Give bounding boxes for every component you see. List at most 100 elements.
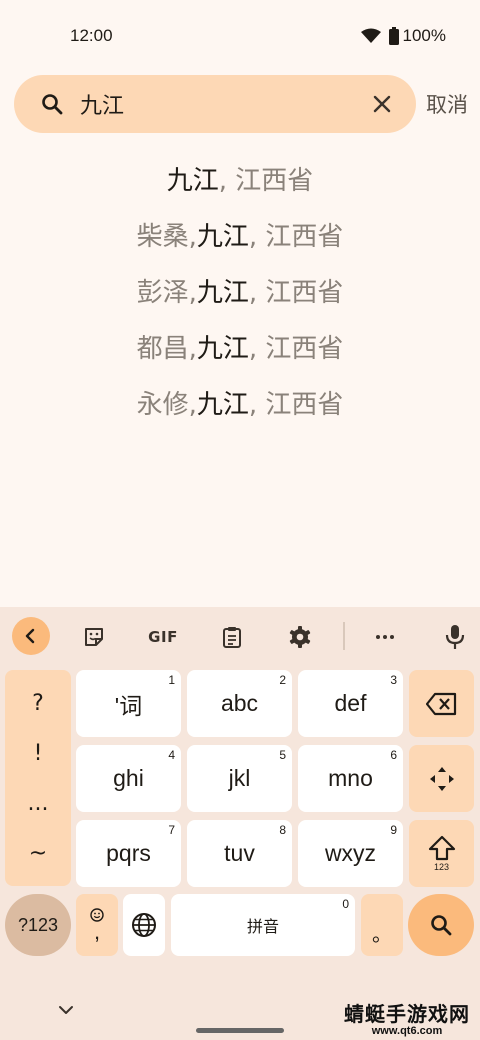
clear-icon[interactable] [370, 92, 394, 116]
search-input[interactable] [80, 91, 340, 117]
shift-sub-label: 123 [433, 862, 450, 872]
punct-tilde[interactable]: ~ [29, 841, 47, 866]
result-prefix: 柴桑, [136, 221, 197, 252]
key-number: 3 [390, 673, 397, 687]
result-prefix: 都昌, [136, 333, 197, 364]
clipboard-icon [223, 627, 241, 648]
status-bar: 12:00 100% [0, 0, 480, 72]
key-label: ghi [113, 765, 144, 791]
result-main: 九江 [196, 333, 249, 364]
shift-key[interactable]: 123 [409, 820, 474, 887]
shift-arrow-icon [428, 835, 455, 861]
battery-percent: 100% [402, 26, 446, 45]
key-number: 9 [390, 823, 397, 837]
symbols-mode-key[interactable]: ?123 [5, 894, 71, 956]
key-9[interactable]: wxyz 9 [298, 820, 403, 887]
collapse-toolbar-button[interactable] [12, 617, 50, 655]
result-suffix: , 江西省 [248, 277, 344, 308]
voice-input-button[interactable] [442, 624, 468, 650]
sticker-icon [85, 628, 103, 646]
result-suffix: , 江西省 [248, 221, 344, 252]
key-number: 2 [279, 673, 286, 687]
key-number: 7 [168, 823, 175, 837]
result-item[interactable]: 永修, 九江, 江西省 [0, 374, 480, 430]
backspace-icon [425, 692, 456, 715]
period-key[interactable]: 。 [361, 894, 403, 956]
result-prefix: 彭泽, [136, 277, 197, 308]
result-main: 九江 [196, 221, 249, 252]
key-8[interactable]: tuv 8 [187, 820, 292, 887]
key-3[interactable]: def 3 [298, 670, 403, 737]
key-label: mno [328, 765, 373, 791]
mode-label: ?123 [17, 914, 59, 935]
hide-keyboard-chevron-icon[interactable] [56, 1000, 76, 1020]
result-suffix: , 江西省 [248, 333, 344, 364]
gif-label: GIF [148, 628, 178, 646]
gear-icon [289, 626, 311, 648]
toolbar-divider [343, 622, 345, 650]
search-icon [42, 94, 63, 115]
result-item[interactable]: 彭泽, 九江, 江西省 [0, 262, 480, 318]
period-label: 。 [372, 921, 392, 946]
key-label: jkl [228, 765, 251, 791]
result-main: 九江 [196, 277, 249, 308]
watermark: 蜻蜓手游戏网 www.qt6.com [340, 1003, 474, 1037]
wifi-icon [360, 28, 381, 43]
key-label: def [334, 690, 367, 716]
key-label: tuv [224, 840, 255, 866]
key-7[interactable]: pqrs 7 [76, 820, 181, 887]
result-item[interactable]: 都昌, 九江, 江西省 [0, 318, 480, 374]
key-1[interactable]: '词 1 [76, 670, 181, 737]
status-time: 12:00 [70, 26, 113, 45]
key-4[interactable]: ghi 4 [76, 745, 181, 812]
comma-label: , [93, 919, 101, 944]
language-key[interactable] [123, 894, 165, 956]
punct-ellipsis[interactable]: ... [28, 791, 49, 816]
key-label: pqrs [106, 840, 151, 866]
move-arrows-icon [429, 766, 454, 791]
key-number: 6 [390, 748, 397, 762]
key-number: 0 [342, 897, 349, 911]
search-icon [431, 915, 452, 936]
punct-question[interactable]: ? [32, 691, 44, 716]
result-suffix: , 江西省 [248, 389, 344, 420]
search-bar[interactable] [14, 75, 416, 133]
key-label: wxyz [324, 840, 377, 866]
watermark-title: 蜻蜓手游戏网 [344, 1002, 470, 1026]
key-label: '词 [114, 692, 143, 719]
settings-button[interactable] [287, 624, 313, 650]
search-action-key[interactable] [408, 894, 474, 956]
sticker-button[interactable] [81, 624, 107, 650]
clipboard-button[interactable] [219, 624, 245, 650]
punct-exclaim[interactable]: ! [34, 741, 43, 766]
results-list: 九江, 江西省 柴桑, 九江, 江西省 彭泽, 九江, 江西省 都昌, 九江, … [0, 150, 480, 430]
emoji-comma-key[interactable]: , [76, 894, 118, 956]
key-2[interactable]: abc 2 [187, 670, 292, 737]
home-gesture-handle[interactable] [196, 1028, 284, 1033]
result-item[interactable]: 柴桑, 九江, 江西省 [0, 206, 480, 262]
key-number: 1 [168, 673, 175, 687]
more-button[interactable] [372, 624, 398, 650]
key-5[interactable]: jkl 5 [187, 745, 292, 812]
result-item[interactable]: 九江, 江西省 [0, 150, 480, 206]
globe-icon [132, 913, 156, 937]
watermark-url: www.qt6.com [371, 1025, 443, 1037]
backspace-key[interactable] [409, 670, 474, 737]
key-number: 8 [279, 823, 286, 837]
battery-icon [388, 27, 399, 45]
key-6[interactable]: mno 6 [298, 745, 403, 812]
key-label: abc [220, 690, 259, 716]
chevron-left-icon [25, 628, 35, 644]
gif-button[interactable]: GIF [146, 624, 180, 650]
key-number: 5 [279, 748, 286, 762]
punctuation-column: ? ! ... ~ [5, 670, 71, 886]
more-icon [376, 635, 394, 639]
cursor-move-key[interactable] [409, 745, 474, 812]
status-icons: 100% [360, 26, 446, 46]
microphone-icon [445, 625, 465, 649]
cancel-button[interactable]: 取消 [426, 89, 468, 119]
space-key[interactable]: 拼音 0 [171, 894, 355, 956]
key-number: 4 [168, 748, 175, 762]
result-main: 九江 [196, 389, 249, 420]
result-prefix: 永修, [136, 389, 197, 420]
